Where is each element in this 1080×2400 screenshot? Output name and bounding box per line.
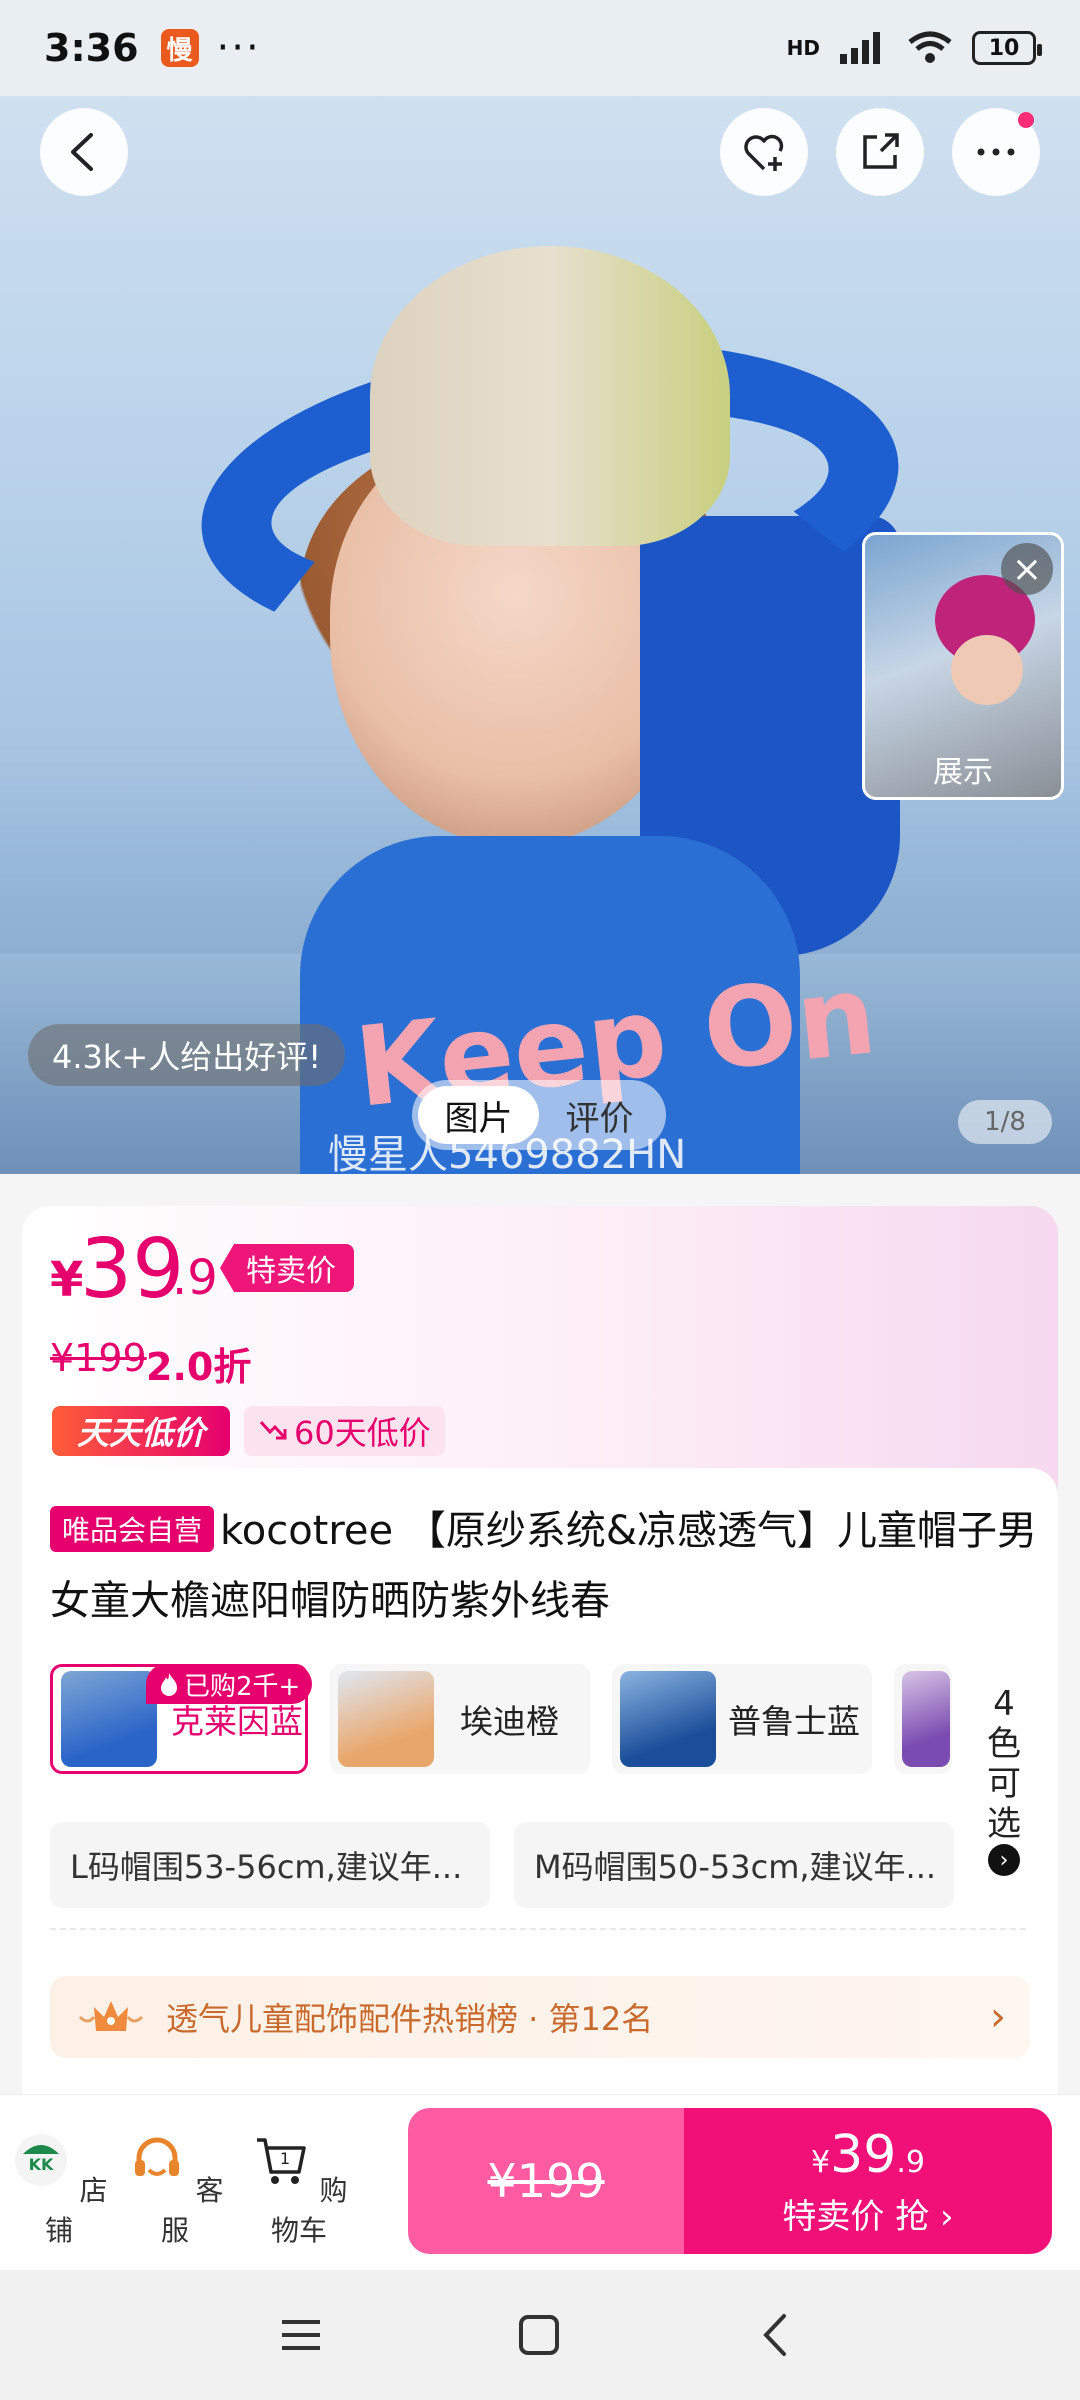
store-icon: KK — [14, 2134, 67, 2186]
discount-rate: 2.0折 — [146, 1345, 252, 1389]
variant-prussian-blue[interactable]: 普鲁士蓝 — [612, 1664, 872, 1774]
notification-dot — [1018, 112, 1034, 128]
floating-preview-card[interactable]: × 展示 — [862, 532, 1064, 800]
divider — [50, 1928, 1026, 1930]
store-button[interactable]: KK 店铺 — [4, 2130, 114, 2249]
share-icon — [863, 133, 899, 169]
crown-icon — [78, 2001, 144, 2031]
recent-apps-icon[interactable] — [276, 2310, 326, 2360]
home-icon[interactable] — [514, 2310, 564, 2360]
status-bar: 3:36 慢 ··· HD 10 — [0, 0, 1080, 96]
media-tabs: 图片 评价 — [412, 1080, 666, 1150]
cart-button[interactable]: 1 购物车 — [244, 2130, 354, 2249]
variant-fourth-partial[interactable] — [894, 1664, 952, 1774]
status-icons: HD 10 — [786, 30, 1042, 66]
variant-thumbnail — [61, 1671, 157, 1767]
price-integer: 39 — [80, 1222, 185, 1317]
system-nav-bar — [0, 2270, 1080, 2400]
tab-images[interactable]: 图片 — [418, 1086, 539, 1144]
status-time: 3:36 — [44, 26, 139, 70]
heart-plus-icon — [744, 134, 784, 171]
sixty-day-low-text: 60天低价 — [294, 1414, 431, 1452]
daily-low-price-badge: 天天低价 — [52, 1406, 230, 1456]
battery-icon: 10 — [972, 31, 1042, 65]
signal-icon — [840, 32, 880, 64]
size-chip-l[interactable]: L码帽围53-56cm,建议年... — [50, 1822, 490, 1908]
chevron-right-icon: › — [990, 1994, 1006, 2040]
tab-reviews[interactable]: 评价 — [539, 1086, 660, 1144]
floating-preview-label: 展示 — [933, 755, 993, 790]
variant-thumbnail — [338, 1671, 434, 1767]
bought-count-badge: 已购2千+ — [146, 1664, 313, 1704]
variant-thumbnail — [902, 1671, 950, 1767]
app-notification-icon: 慢 — [160, 29, 199, 67]
customer-service-button[interactable]: 客服 — [120, 2130, 230, 2249]
ranking-banner[interactable]: 透气儿童配饰配件热销榜 · 第12名 › — [50, 1976, 1030, 2058]
cart-icon: 1 — [256, 2138, 306, 2184]
favorite-button[interactable] — [720, 108, 808, 196]
headset-icon — [134, 2137, 179, 2176]
review-summary-badge[interactable]: 4.3k+人给出好评! — [28, 1024, 346, 1086]
trend-down-icon — [259, 1420, 287, 1440]
close-icon[interactable]: × — [1001, 543, 1053, 595]
back-button[interactable] — [40, 108, 128, 196]
more-notifications-icon: ··· — [216, 25, 261, 71]
chevron-right-icon[interactable]: › — [988, 1844, 1020, 1876]
variant-label: 埃迪橙 — [460, 1702, 559, 1741]
system-back-icon[interactable] — [752, 2310, 802, 2360]
buy-now-button[interactable]: ¥39.9 特卖价 抢 › — [684, 2108, 1052, 2254]
fire-icon — [161, 1673, 177, 1696]
buy-now-price: ¥39.9 — [811, 2124, 925, 2185]
variant-thumbnail — [620, 1671, 716, 1767]
original-price-button[interactable]: ¥199 — [408, 2108, 684, 2254]
image-page-indicator: 1/8 — [958, 1100, 1052, 1144]
variant-label: 普鲁士蓝 — [728, 1702, 860, 1741]
ranking-text: 透气儿童配饰配件热销榜 · 第12名 — [166, 2000, 654, 2038]
sixty-day-low-badge: 60天低价 — [244, 1406, 445, 1456]
price-decimal: .9 — [172, 1250, 218, 1306]
buy-now-label: 特卖价 抢 › — [782, 2196, 954, 2237]
original-price: ¥199 — [50, 1336, 147, 1380]
size-chip-m[interactable]: M码帽围50-53cm,建议年... — [514, 1822, 954, 1908]
price-currency: ¥ — [50, 1252, 84, 1308]
cart-count: 1 — [279, 2149, 289, 2168]
network-label: HD — [786, 36, 820, 60]
variant-eddie-orange[interactable]: 埃迪橙 — [330, 1664, 590, 1774]
back-arrow-icon — [71, 133, 93, 171]
vip-self-operated-badge: 唯品会自营 — [50, 1506, 215, 1552]
bought-count-text: 已购2千+ — [184, 1671, 301, 1702]
wifi-icon — [908, 31, 952, 63]
svg-text:KK: KK — [28, 2155, 53, 2174]
share-button[interactable] — [836, 108, 924, 196]
more-colors-label[interactable]: 4色可选 — [984, 1684, 1024, 1844]
sale-price-tag: 特卖价 — [220, 1244, 354, 1292]
more-dots-icon — [977, 148, 1015, 156]
